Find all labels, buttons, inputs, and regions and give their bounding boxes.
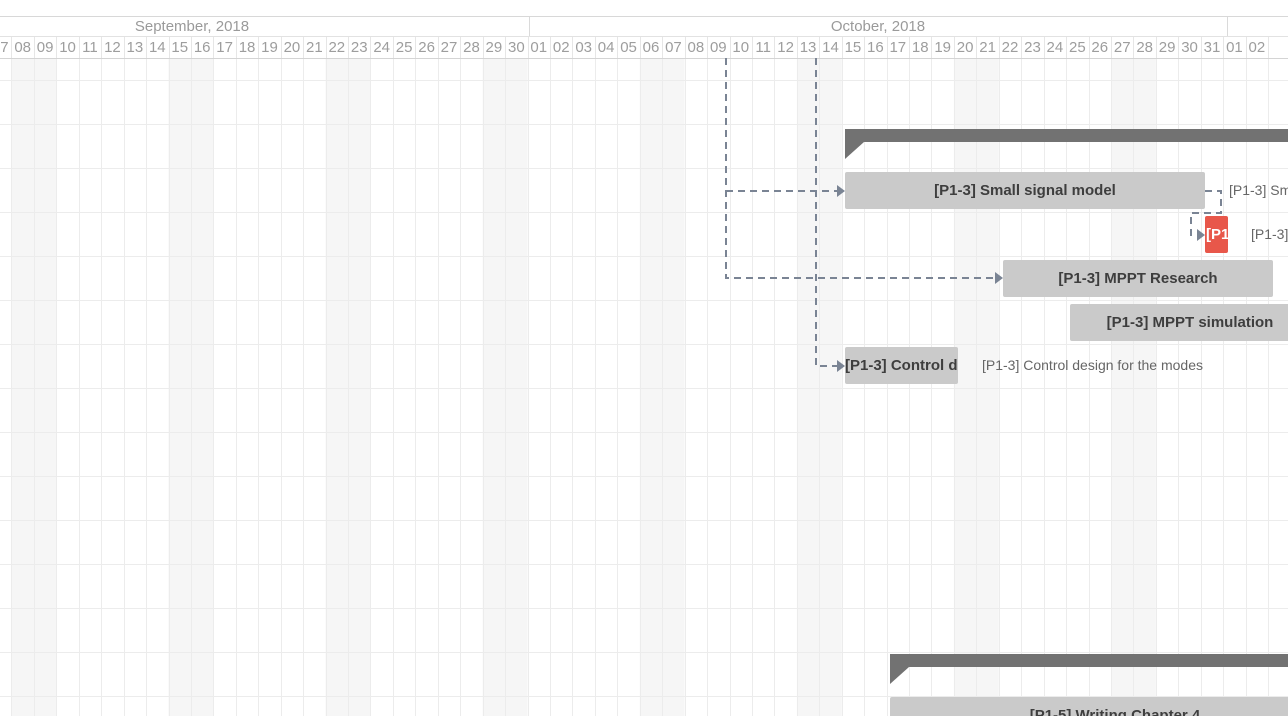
dependency-link[interactable]	[725, 58, 996, 279]
task-bar-mppt-simulation[interactable]: [P1-3] MPPT simulation	[1070, 304, 1288, 341]
gantt-chart: September, 2018 October, 2018 0708091011…	[0, 0, 1288, 716]
link-arrow-icon	[837, 360, 845, 372]
project-group-bar-corner	[845, 142, 864, 159]
task-bar-control-design[interactable]: [P1-3] Control d	[845, 347, 958, 384]
task-side-label: [P1-3] Sm	[1229, 182, 1288, 198]
project-group-bar[interactable]	[845, 129, 1288, 142]
project-group-bar[interactable]	[890, 654, 1288, 667]
task-bar-writing-chapter-4[interactable]: [P1-5] Writing Chapter 4	[890, 697, 1288, 716]
link-arrow-icon	[837, 185, 845, 197]
task-side-label: [P1-3] Control design for the modes	[982, 357, 1204, 373]
task-side-label: [P1-3]	[1251, 226, 1288, 242]
project-group-bar-corner	[890, 667, 909, 684]
link-arrow-icon	[1197, 229, 1205, 241]
task-bar-mppt-research[interactable]: [P1-3] MPPT Research	[1003, 260, 1273, 297]
link-arrow-icon	[995, 272, 1003, 284]
dependency-link[interactable]	[815, 58, 838, 367]
task-bar-small-signal-model[interactable]: [P1-3] Small signal model	[845, 172, 1205, 209]
task-bar-critical[interactable]: [P1	[1205, 216, 1228, 253]
